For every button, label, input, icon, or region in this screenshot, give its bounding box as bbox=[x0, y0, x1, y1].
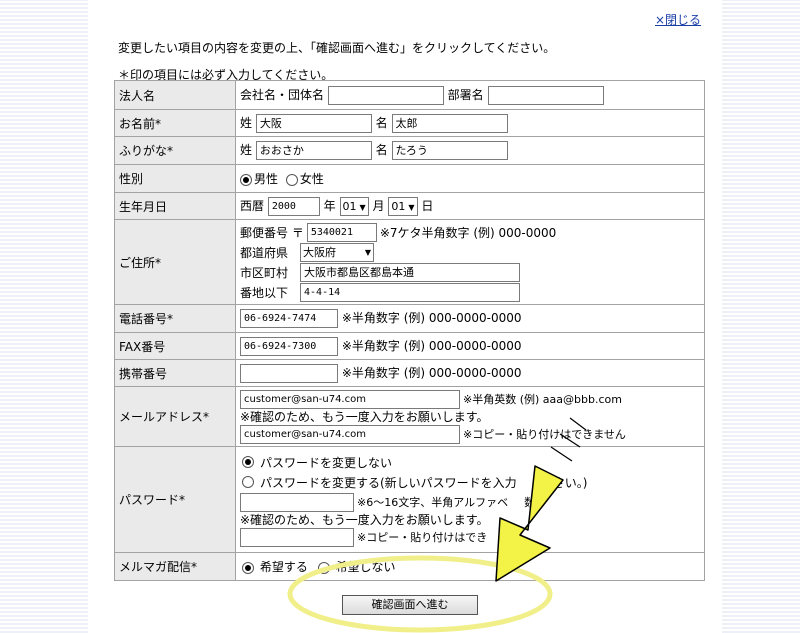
email-confirm-input[interactable]: customer@san-u74.com bbox=[240, 424, 460, 444]
label-mobile: 携帯番号 bbox=[114, 359, 236, 387]
radio-newsletter-yes[interactable] bbox=[242, 561, 254, 574]
pref-label: 都道府県 bbox=[240, 245, 289, 260]
fax-input[interactable]: 06-6924-7300 bbox=[240, 336, 338, 356]
mobile-input[interactable] bbox=[240, 363, 338, 383]
row-email: メールアドレス* customer@san-u74.com ※半角英数 (例) … bbox=[114, 386, 705, 447]
label-phone: 電話番号* bbox=[114, 304, 236, 333]
birth-day-select[interactable]: 01 ▼ bbox=[388, 196, 418, 216]
mobile-hint: ※半角数字 (例) 000-0000-0000 bbox=[341, 365, 522, 380]
birth-year-input[interactable]: 2000 bbox=[267, 196, 320, 216]
dept-label: 部署名 bbox=[447, 87, 484, 102]
row-phone: 電話番号* 06-6924-7474 ※半角数字 (例) 000-0000-00… bbox=[114, 304, 705, 333]
phone-hint: ※半角数字 (例) 000-0000-0000 bbox=[341, 311, 522, 325]
chevron-down-icon: ▼ bbox=[364, 247, 372, 257]
era-label: 西暦 bbox=[240, 198, 265, 213]
newsletter-no-label: 希望しない bbox=[335, 560, 396, 574]
row-name: お名前* 姓 大阪 名 太郎 bbox=[114, 109, 705, 137]
password-confirm-note: ※確認のため、もう一度入力をお願いします。 bbox=[240, 513, 489, 527]
label-fax: FAX番号 bbox=[114, 332, 236, 360]
password-confirm-hint: ※コピー・貼り付けはでき bbox=[357, 531, 488, 544]
row-furigana: ふりがな* 姓 おおさか 名 たろう bbox=[114, 136, 705, 165]
password-change-label: パスワードを変更する(新しいパスワードを入力 bbox=[260, 475, 517, 490]
furigana-sei-label: 姓 bbox=[240, 143, 253, 157]
password-change-tail: さい。) bbox=[552, 475, 588, 490]
password-hint: ※6～16文字、半角アルファベ bbox=[357, 496, 509, 509]
city-input[interactable]: 大阪市都島区都島本通 bbox=[300, 262, 521, 282]
mei-label: 名 bbox=[375, 115, 388, 130]
furigana-sei-input[interactable]: おおさか bbox=[255, 141, 372, 160]
female-label: 女性 bbox=[299, 172, 324, 186]
label-name: お名前* bbox=[114, 109, 236, 137]
zip-input[interactable]: 5340021 bbox=[306, 222, 377, 242]
row-company: 法人名 会社名・団体名 部署名 bbox=[114, 80, 705, 110]
chevron-down-icon: ▼ bbox=[359, 202, 366, 212]
label-company: 法人名 bbox=[114, 80, 236, 110]
zip-label: 郵便番号 〒 bbox=[240, 225, 304, 240]
email-confirm-hint: ※コピー・貼り付けはできません bbox=[463, 428, 626, 441]
newsletter-yes-label: 希望する bbox=[259, 560, 308, 574]
close-link[interactable]: ×閉じる bbox=[655, 11, 701, 28]
radio-newsletter-no[interactable] bbox=[317, 561, 330, 574]
password-confirm-input[interactable] bbox=[240, 527, 354, 547]
street-label: 番地以下 bbox=[240, 285, 289, 300]
month-label: 月 bbox=[372, 198, 385, 213]
label-address: ご住所* bbox=[114, 219, 236, 305]
radio-male[interactable] bbox=[240, 173, 252, 186]
email-confirm-note: ※確認のため、もう一度入力をお願いします。 bbox=[240, 410, 489, 424]
city-label: 市区町村 bbox=[240, 265, 289, 280]
day-label: 日 bbox=[421, 198, 434, 213]
male-label: 男性 bbox=[254, 172, 279, 186]
intro-text: 変更したい項目の内容を変更の上、「確認画面へ進む」をクリックしてください。 bbox=[118, 41, 556, 55]
sei-input[interactable]: 大阪 bbox=[255, 113, 372, 133]
row-gender: 性別 男性 女性 bbox=[114, 164, 705, 193]
label-gender: 性別 bbox=[114, 164, 236, 193]
label-birth: 生年月日 bbox=[114, 192, 236, 220]
submit-button[interactable]: 確認画面へ進む bbox=[342, 595, 478, 615]
email-hint: ※半角英数 (例) aaa@bbb.com bbox=[463, 393, 622, 406]
company-input[interactable] bbox=[327, 85, 444, 105]
street-input[interactable]: 4-4-14 bbox=[300, 282, 521, 302]
year-label: 年 bbox=[323, 198, 336, 213]
furigana-mei-label: 名 bbox=[375, 143, 388, 157]
row-birth: 生年月日 西暦 2000 年 01 ▼ 月 01 ▼ 日 bbox=[114, 192, 705, 220]
label-email: メールアドレス* bbox=[114, 386, 236, 447]
row-fax: FAX番号 06-6924-7300 ※半角数字 (例) 000-0000-00… bbox=[114, 332, 705, 360]
radio-password-change[interactable] bbox=[242, 476, 254, 488]
pref-select[interactable]: 大阪府 ▼ bbox=[300, 242, 375, 262]
chevron-down-icon: ▼ bbox=[408, 202, 415, 212]
password-hint-tail: 数字 bbox=[524, 496, 547, 509]
row-newsletter: メルマガ配信* 希望する 希望しない bbox=[114, 552, 705, 581]
dept-input[interactable] bbox=[487, 85, 604, 105]
phone-input[interactable]: 06-6924-7474 bbox=[240, 309, 338, 328]
label-furigana: ふりがな* bbox=[114, 136, 236, 165]
sei-label: 姓 bbox=[240, 115, 253, 130]
row-address: ご住所* 郵便番号 〒 5340021 ※7ケタ半角数字 (例) 000-000… bbox=[114, 219, 705, 305]
label-newsletter: メルマガ配信* bbox=[114, 552, 236, 581]
furigana-mei-input[interactable]: たろう bbox=[391, 141, 508, 160]
profile-form: 法人名 会社名・団体名 部署名 お名前* 姓 大阪 名 太郎 ふりがな* 姓 お… bbox=[114, 80, 705, 581]
row-password: パスワード* パスワードを変更しない パスワードを変更する(新しいパスワードを入… bbox=[114, 446, 705, 553]
company-name-label: 会社名・団体名 bbox=[240, 87, 325, 102]
email-input[interactable]: customer@san-u74.com bbox=[240, 389, 460, 409]
label-password: パスワード* bbox=[114, 446, 236, 553]
radio-password-keep[interactable] bbox=[242, 456, 254, 468]
row-mobile: 携帯番号 ※半角数字 (例) 000-0000-0000 bbox=[114, 359, 705, 387]
mei-input[interactable]: 太郎 bbox=[391, 113, 508, 133]
password-keep-label: パスワードを変更しない bbox=[260, 455, 393, 470]
zip-hint: ※7ケタ半角数字 (例) 000-0000 bbox=[379, 225, 557, 240]
fax-hint: ※半角数字 (例) 000-0000-0000 bbox=[341, 338, 522, 353]
radio-female[interactable] bbox=[285, 173, 298, 186]
birth-month-select[interactable]: 01 ▼ bbox=[339, 196, 369, 216]
password-input[interactable] bbox=[240, 492, 354, 512]
